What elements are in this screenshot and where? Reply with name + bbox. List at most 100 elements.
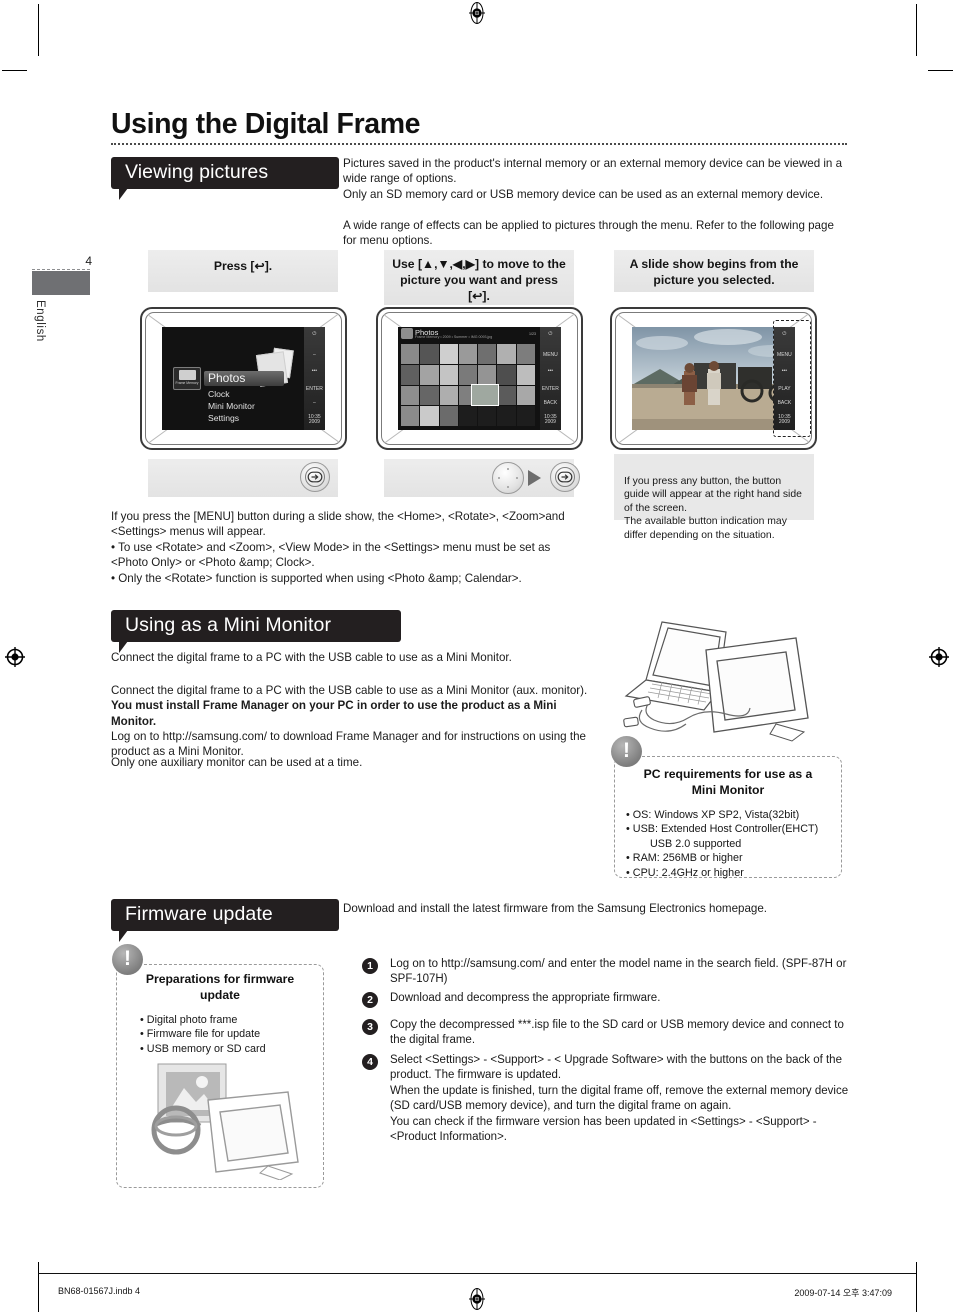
thumbnail-cell[interactable] — [420, 344, 439, 364]
menu-item-settings[interactable]: Settings — [208, 413, 239, 425]
thumbnail-cell[interactable] — [439, 385, 458, 406]
firmware-step-number-3: 3 — [362, 1019, 378, 1035]
screen-thumbnail-grid: ⏻ MENU ••• ENTER BACK 10:35 2009 Photos F… — [398, 327, 561, 430]
thumbnail-cell[interactable] — [516, 385, 535, 406]
source-frame-memory: Frame Memory — [173, 367, 201, 390]
device-frame-thumbnails: ⏻ MENU ••• ENTER BACK 10:35 2009 Photos F… — [376, 307, 583, 450]
crop-mark-right-bottom — [916, 1262, 917, 1312]
crop-mark-topright-h — [928, 70, 953, 71]
screen-button-guide-strip: ⏻ – ••• ENTER – 10:35 2009 — [303, 327, 325, 430]
back-icon: BACK — [543, 400, 558, 406]
power-icon: ⏻ — [548, 331, 553, 337]
thumbnail-cell[interactable] — [497, 344, 516, 364]
crop-mark-left-top — [38, 4, 39, 56]
thumbnail-selected[interactable] — [471, 384, 499, 406]
thumbnail-cell[interactable] — [497, 406, 516, 426]
mini-monitor-lead: Connect the digital frame to a PC with t… — [111, 651, 512, 664]
thumbnail-cell[interactable] — [439, 406, 458, 426]
thumbnail-cell[interactable] — [478, 406, 497, 426]
footer-divider — [38, 1273, 916, 1274]
language-tab-bar — [32, 271, 90, 295]
thumbnail-cell[interactable] — [439, 364, 458, 385]
menu-item-clock[interactable]: Clock — [208, 389, 230, 401]
mini-monitor-body-plain-1: Connect the digital frame to a PC with t… — [111, 684, 588, 697]
thumbnail-cell[interactable] — [401, 385, 420, 406]
pc-requirement-item: • USB: Extended Host Controller(EHCT) — [626, 823, 819, 836]
enter-button-step-2[interactable] — [550, 462, 580, 492]
thumbnail-path: Frame Memory • 2009 • Summer • IMG 0093.… — [415, 335, 493, 339]
thumbnail-cell[interactable] — [478, 364, 497, 385]
thumbnail-grid[interactable] — [401, 344, 535, 426]
page-number: 4 — [85, 254, 92, 268]
thumbnail-cell[interactable] — [497, 364, 516, 385]
thumbnail-cell[interactable] — [478, 344, 497, 364]
footer-left: BN68-01567J.indb 4 — [58, 1286, 141, 1296]
device-frame-slideshow: ⏻ MENU ••• PLAY BACK 10:35 2009 — [610, 307, 817, 450]
section-heading-mini-monitor-label: Using as a Mini Monitor — [125, 614, 332, 637]
preparations-list: • Digital photo frame • Firmware file fo… — [140, 1013, 316, 1056]
preparations-item: • USB memory or SD card — [140, 1042, 266, 1055]
preparations-item: • Firmware file for update — [140, 1028, 261, 1041]
thumbnail-cell[interactable] — [401, 344, 420, 364]
pc-requirement-item: USB 2.0 supported — [626, 837, 742, 850]
warning-icon-pc-requirements: ! — [611, 736, 642, 767]
dpad-dot-left — [498, 477, 500, 479]
slideshow-note-text: If you press any button, the button guid… — [624, 475, 802, 541]
menu-icon: – — [313, 352, 316, 358]
power-icon: ⏻ — [312, 331, 317, 337]
menu-item-photos[interactable]: Photos — [208, 372, 245, 384]
viewing-intro-line-3: A wide range of effects can be applied t… — [343, 219, 834, 248]
dpad-icon: ••• — [547, 368, 554, 374]
screen-slideshow: ⏻ MENU ••• PLAY BACK 10:35 2009 — [632, 327, 795, 430]
preparations-item: • Digital photo frame — [140, 1014, 238, 1026]
thumbnail-cell[interactable] — [420, 406, 439, 426]
crop-mark-right-top — [916, 4, 917, 56]
thumbnail-cell[interactable] — [458, 406, 478, 426]
slideshow-photo — [632, 327, 795, 430]
pc-requirements-title: PC requirements for use as a Mini Monito… — [643, 767, 813, 797]
thumbnail-cell[interactable] — [458, 344, 478, 364]
thumbnail-cell[interactable] — [420, 385, 439, 406]
thumbnail-cell[interactable] — [401, 364, 420, 385]
firmware-step-number-2: 2 — [362, 992, 378, 1008]
section-heading-viewing-pictures: Viewing pictures — [111, 157, 339, 200]
slideshow-photo-art — [632, 327, 795, 430]
source-label: Frame Memory — [175, 381, 199, 385]
enter-arrow-icon — [557, 471, 573, 483]
pc-requirement-item: • CPU: 2.4GHz or higher — [626, 866, 744, 879]
title-divider — [111, 143, 847, 145]
registration-mark-bottom — [466, 1288, 488, 1310]
step-3-caption: A slide show begins from the picture you… — [629, 257, 799, 287]
thumbnail-cell[interactable] — [458, 364, 478, 385]
manual-page: 4 English Using the Digital Frame Viewin… — [0, 0, 954, 1315]
dpad-button-step-2[interactable] — [492, 462, 524, 494]
thumbnail-cell[interactable] — [439, 344, 458, 364]
step-2-caption: Use [▲,▼,◀,▶] to move to the picture you… — [392, 257, 566, 303]
thumbnail-cell[interactable] — [497, 385, 516, 406]
section-heading-firmware-update: Firmware update — [111, 899, 339, 942]
language-tab-dash — [32, 269, 90, 270]
firmware-step-text-2: Download and decompress the appropriate … — [390, 992, 661, 1004]
firmware-step-number-1: 1 — [362, 958, 378, 974]
thumbnail-cell[interactable] — [401, 406, 420, 426]
thumbnail-cell[interactable] — [516, 406, 535, 426]
menu-item-mini-monitor[interactable]: Mini Monitor — [208, 401, 255, 413]
crop-mark-topleft-h — [2, 70, 27, 71]
thumbnail-cell[interactable] — [516, 344, 535, 364]
step-panel-2-button-bg — [384, 459, 574, 497]
thumbnail-cell[interactable] — [516, 364, 535, 385]
menu-icon: MENU — [543, 352, 558, 358]
enter-button-step-1[interactable] — [300, 462, 330, 492]
pc-requirement-item: • RAM: 256MB or higher — [626, 852, 743, 865]
clock-indicator-icon: 10:35 2009 — [544, 414, 557, 425]
thumbnail-cell[interactable] — [420, 364, 439, 385]
viewing-after-line-1: If you press the [MENU] button during a … — [111, 510, 565, 539]
firmware-intro: Download and install the latest firmware… — [343, 902, 768, 915]
screen-button-guide-strip-2: ⏻ MENU ••• ENTER BACK 10:35 2009 — [539, 327, 561, 430]
firmware-step-text-4: Select <Settings> - <Support> - < Upgrad… — [390, 1054, 849, 1144]
step-1-caption: Press [↩]. — [213, 259, 273, 273]
footer-right: 2009-07-14 오후 3:47:09 — [794, 1288, 892, 1298]
firmware-step-number-4: 4 — [362, 1054, 378, 1070]
section-heading-firmware-label: Firmware update — [125, 903, 273, 926]
viewing-after-line-2: • To use <Rotate> and <Zoom>, <View Mode… — [111, 541, 551, 570]
